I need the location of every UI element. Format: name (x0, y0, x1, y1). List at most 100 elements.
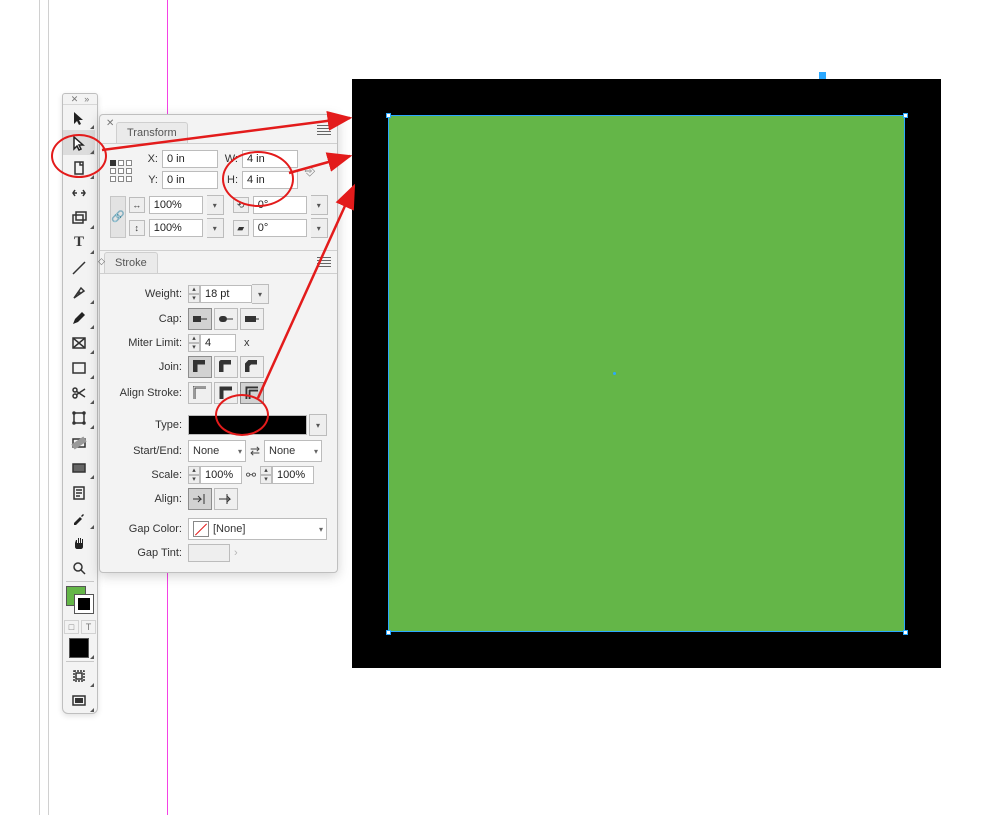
arrow-align-label: Align: (110, 493, 182, 505)
scale-end-field[interactable] (272, 466, 314, 484)
miter-stepper[interactable]: ▴▾ (188, 334, 200, 352)
stroke-type-preview (188, 415, 307, 435)
direct-selection-tool[interactable] (63, 130, 95, 155)
screen-mode-button[interactable] (63, 688, 95, 713)
cap-round-button[interactable] (214, 308, 238, 330)
gap-tool[interactable] (63, 180, 95, 205)
startend-label: Start/End: (110, 445, 182, 457)
x-field[interactable] (162, 150, 218, 168)
apply-color-button[interactable] (63, 635, 95, 660)
swap-startend-icon[interactable]: ⇄ (246, 444, 264, 458)
fill-stroke-swatch[interactable] (63, 583, 97, 619)
w-label: W: (224, 153, 238, 165)
scale-end-stepper[interactable]: ▴▾ (260, 466, 272, 484)
stroke-section-toggle[interactable]: ◇ (98, 256, 105, 267)
gap-color-label: Gap Color: (110, 523, 182, 535)
miter-field[interactable] (200, 334, 236, 352)
stroke-panel-menu-icon[interactable] (317, 257, 331, 267)
page-tool[interactable] (63, 155, 95, 180)
selection-center[interactable] (613, 372, 616, 375)
weight-label: Weight: (110, 288, 182, 300)
panel-menu-icon[interactable] (317, 125, 331, 135)
constrain-scale-icon[interactable]: 🔗 (110, 196, 126, 238)
selection-handle-sw[interactable] (386, 630, 391, 635)
weight-stepper[interactable]: ▴▾ (188, 285, 200, 303)
gap-color-select[interactable]: [None]▾ (188, 518, 327, 540)
stroke-type-dropdown[interactable]: ▾ (309, 414, 327, 436)
join-label: Join: (110, 361, 182, 373)
reference-point-grid[interactable] (110, 160, 132, 182)
weight-dropdown[interactable]: ▾ (252, 284, 269, 304)
scale-x-dropdown[interactable]: ▾ (207, 195, 224, 215)
formatting-container-button[interactable]: □ (64, 620, 79, 634)
scale-x-field[interactable] (149, 196, 203, 214)
hand-tool[interactable] (63, 530, 95, 555)
none-swatch-icon (193, 521, 209, 537)
selection-box[interactable] (388, 115, 905, 632)
pen-tool[interactable] (63, 280, 95, 305)
scale-start-stepper[interactable]: ▴▾ (188, 466, 200, 484)
align-stroke-center-button[interactable] (188, 382, 212, 404)
join-round-button[interactable] (214, 356, 238, 378)
shear-icon: ▰ (233, 220, 249, 236)
pencil-tool[interactable] (63, 305, 95, 330)
h-label: H: (224, 174, 238, 186)
y-field[interactable] (162, 171, 218, 189)
y-label: Y: (144, 174, 158, 186)
scale-y-field[interactable] (149, 219, 203, 237)
view-mode-button[interactable] (63, 663, 95, 688)
rotate-field[interactable] (253, 196, 307, 214)
scale-start-field[interactable] (200, 466, 242, 484)
gradient-swatch-tool[interactable] (63, 430, 95, 455)
selection-handle-se[interactable] (903, 630, 908, 635)
rotate-dropdown[interactable]: ▾ (311, 195, 328, 215)
join-miter-button[interactable] (188, 356, 212, 378)
gradient-feather-tool[interactable] (63, 455, 95, 480)
h-field[interactable] (242, 171, 298, 189)
selection-handle-ne[interactable] (903, 113, 908, 118)
end-arrow-select[interactable]: None▾ (264, 440, 322, 462)
eyedropper-tool[interactable] (63, 505, 95, 530)
align-stroke-inside-button[interactable] (214, 382, 238, 404)
start-arrow-select[interactable]: None▾ (188, 440, 246, 462)
scissors-tool[interactable] (63, 380, 95, 405)
formatting-text-button[interactable]: T (81, 620, 96, 634)
selection-handle-nw[interactable] (386, 113, 391, 118)
scale-y-icon: ↕ (129, 220, 145, 236)
transform-tab[interactable]: Transform (116, 122, 188, 143)
rectangle-tool[interactable] (63, 355, 95, 380)
cap-projecting-button[interactable] (240, 308, 264, 330)
content-collector-tool[interactable] (63, 205, 95, 230)
rotate-icon: ⟲ (233, 197, 249, 213)
w-field[interactable] (242, 150, 298, 168)
shear-field[interactable] (253, 219, 307, 237)
constrain-wh-icon[interactable]: ⎆ (305, 163, 315, 179)
shear-dropdown[interactable]: ▾ (311, 218, 328, 238)
gap-tint-caret: › (234, 547, 238, 559)
cap-label: Cap: (110, 313, 182, 325)
selection-tool[interactable] (63, 105, 95, 130)
miter-x-label: x (244, 337, 250, 349)
tools-panel-header[interactable]: ✕» (63, 94, 97, 105)
note-tool[interactable] (63, 480, 95, 505)
cap-butt-button[interactable] (188, 308, 212, 330)
tools-panel: ✕» T □ T (62, 93, 98, 714)
stroke-tab[interactable]: Stroke (104, 252, 158, 273)
arrow-align-tip-button[interactable] (188, 488, 212, 510)
line-tool[interactable] (63, 255, 95, 280)
transform-stroke-panel: ✕ ‹‹ Transform X: Y: W: H: ⎆ 🔗 ↔▾ (99, 114, 338, 573)
gap-tint-label: Gap Tint: (110, 547, 182, 559)
zoom-tool[interactable] (63, 555, 95, 580)
scale-x-icon: ↔ (129, 197, 145, 213)
free-transform-tool[interactable] (63, 405, 95, 430)
selection-top-anchor[interactable] (819, 72, 826, 79)
type-tool[interactable]: T (63, 230, 95, 255)
align-stroke-outside-button[interactable] (240, 382, 264, 404)
arrow-align-end-button[interactable] (214, 488, 238, 510)
weight-field[interactable] (200, 285, 252, 303)
join-bevel-button[interactable] (240, 356, 264, 378)
scale-y-dropdown[interactable]: ▾ (207, 218, 224, 238)
stroke-swatch[interactable] (74, 594, 94, 614)
link-scale-icon[interactable]: ⚯ (242, 468, 260, 482)
rectangle-frame-tool[interactable] (63, 330, 95, 355)
